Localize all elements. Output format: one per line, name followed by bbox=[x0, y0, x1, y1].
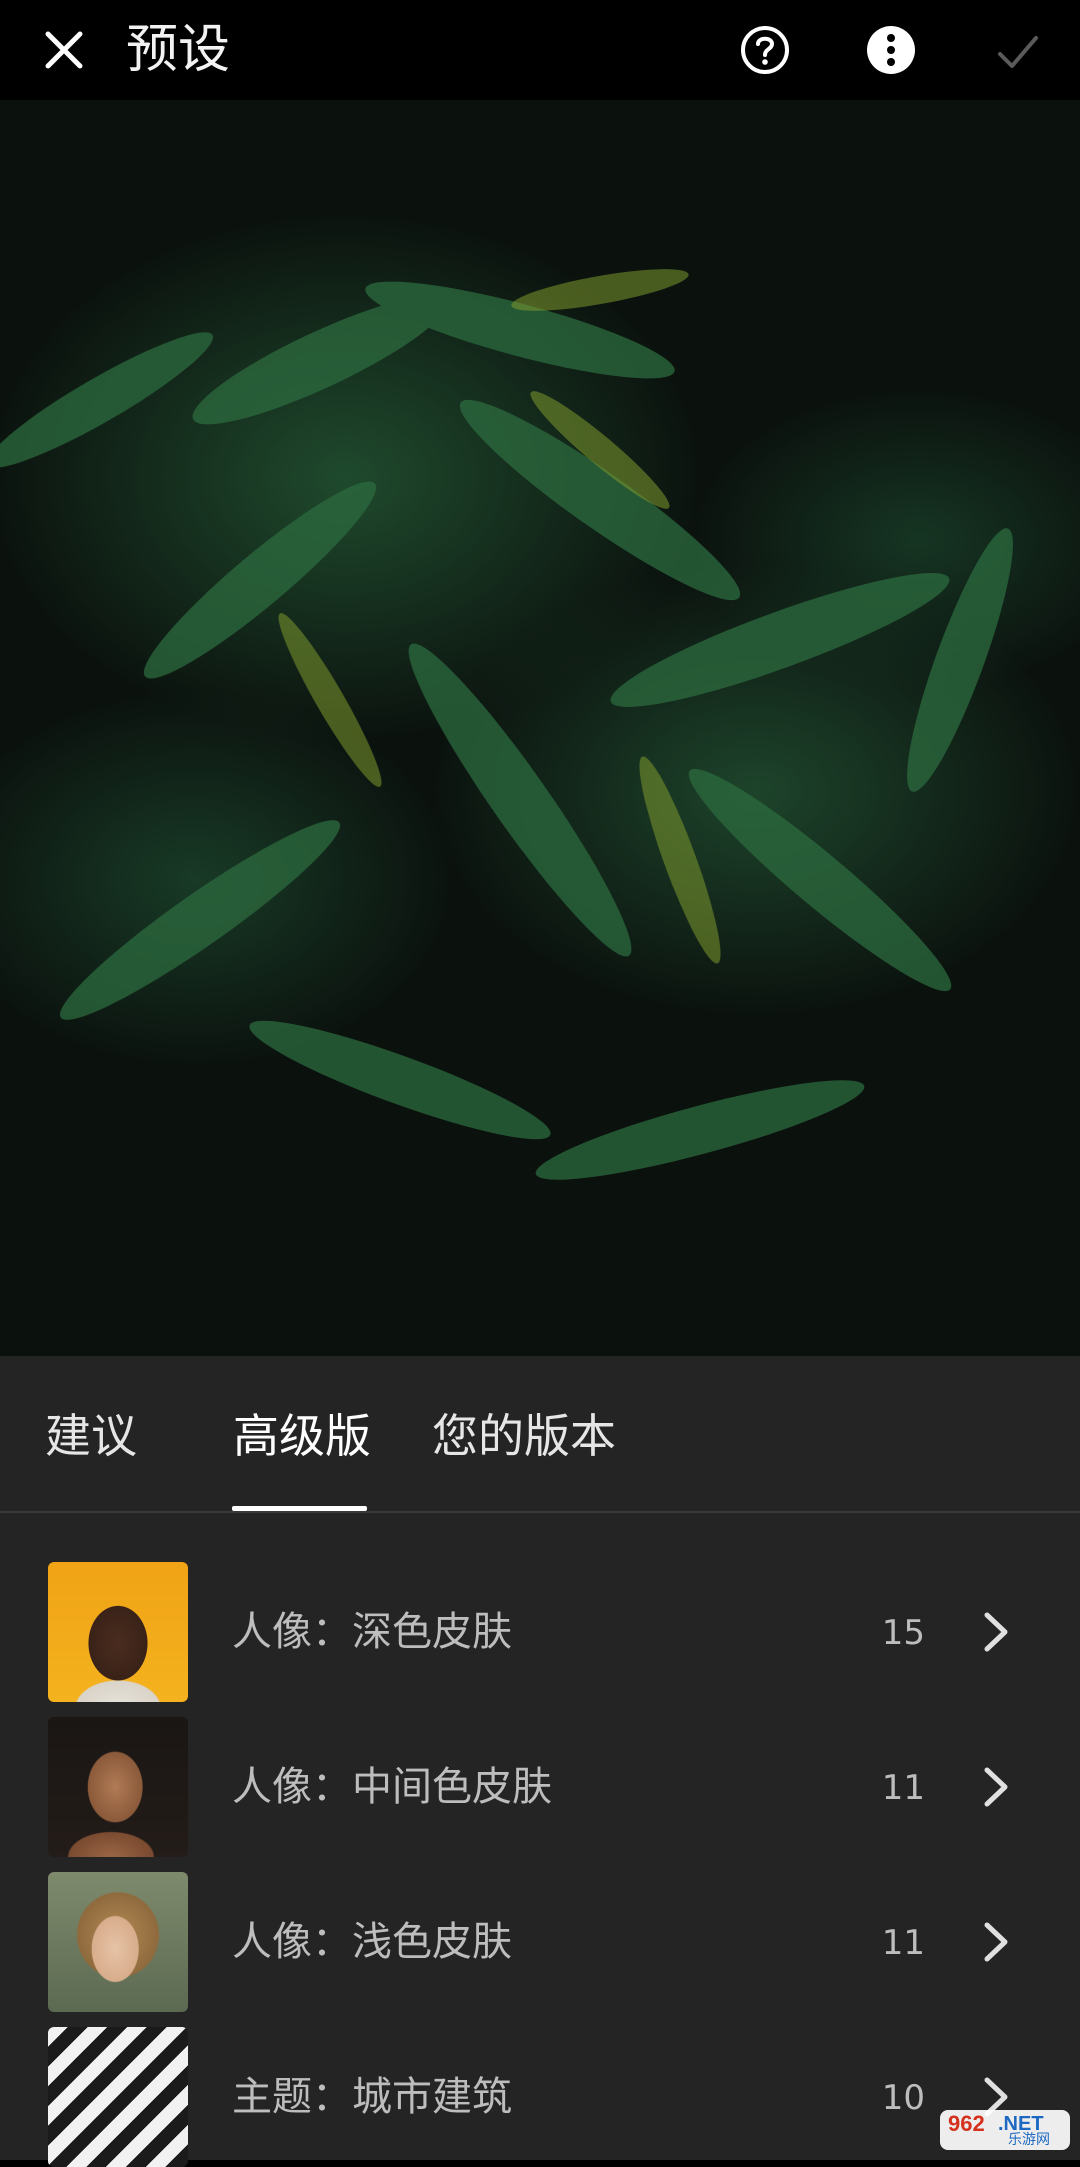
watermark-sub: 乐游网 bbox=[1008, 2132, 1050, 2148]
list-item-portrait-medium-skin[interactable]: 人像：中间色皮肤 11 bbox=[0, 1717, 1080, 1857]
preset-panel: 建议 高级版 您的版本 人像：深色皮肤 15 人像：中间色皮肤 11 人像：浅色… bbox=[0, 1356, 1080, 2167]
list-item-label: 主题：城市建筑 bbox=[232, 2074, 512, 2120]
thumbnail-image bbox=[48, 1717, 188, 1857]
list-item-count: 10 bbox=[881, 2078, 925, 2118]
list-item-portrait-light-skin[interactable]: 人像：浅色皮肤 11 bbox=[0, 1872, 1080, 2012]
help-circle-icon[interactable] bbox=[739, 24, 791, 76]
list-item-portrait-deep-skin[interactable]: 人像：深色皮肤 15 bbox=[0, 1562, 1080, 1702]
list-item-label: 人像：浅色皮肤 bbox=[232, 1919, 512, 1965]
chevron-right-icon bbox=[984, 1612, 1008, 1652]
leaf-image bbox=[0, 269, 1013, 1180]
tab-premium[interactable]: 高级版 bbox=[233, 1406, 371, 1466]
top-bar: 预设 bbox=[0, 0, 1080, 100]
tab-suggestions[interactable]: 建议 bbox=[45, 1406, 137, 1466]
close-icon[interactable] bbox=[40, 26, 88, 74]
tabs-divider bbox=[0, 1511, 1080, 1513]
chevron-right-icon bbox=[984, 1922, 1008, 1962]
thumbnail-image bbox=[48, 1872, 188, 2012]
tab-bar: 建议 高级版 您的版本 bbox=[0, 1356, 1080, 1511]
list-item-count: 11 bbox=[881, 1768, 925, 1808]
thumbnail-image bbox=[48, 1562, 188, 1702]
list-item-label: 人像：中间色皮肤 bbox=[232, 1764, 552, 1810]
watermark-brand: 962 bbox=[948, 2111, 985, 2136]
list-item-label: 人像：深色皮肤 bbox=[232, 1609, 512, 1655]
check-icon[interactable] bbox=[994, 28, 1042, 76]
list-item-subject-urban-architecture[interactable]: 主题：城市建筑 10 bbox=[0, 2027, 1080, 2167]
page-title: 预设 bbox=[126, 20, 231, 80]
list-item-count: 15 bbox=[881, 1613, 925, 1653]
tab-your-versions[interactable]: 您的版本 bbox=[432, 1406, 616, 1466]
site-watermark: 962 .NET 乐游网 bbox=[940, 2110, 1070, 2150]
photo-preview[interactable] bbox=[0, 100, 1080, 1356]
thumbnail-image bbox=[48, 2027, 188, 2167]
chevron-right-icon bbox=[984, 1767, 1008, 1807]
more-vertical-icon[interactable] bbox=[865, 24, 917, 76]
list-item-count: 11 bbox=[881, 1923, 925, 1963]
